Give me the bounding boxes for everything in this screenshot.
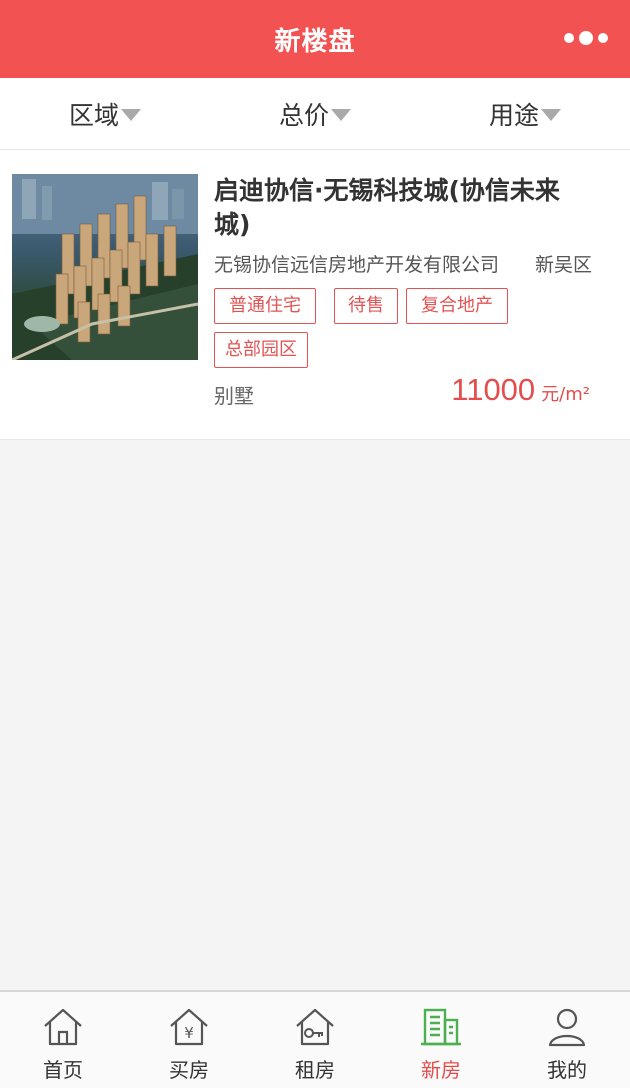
tag-badge: 总部园区 <box>214 332 308 368</box>
tab-rent-house[interactable]: 租房 <box>252 992 378 1088</box>
caret-down-icon <box>121 108 141 121</box>
more-dots-icon[interactable] <box>564 28 608 48</box>
buy-house-icon: ¥ <box>170 1008 208 1046</box>
home-icon <box>44 1008 82 1046</box>
tab-buy-house[interactable]: ¥ 买房 <box>126 992 252 1088</box>
filter-label: 区域 <box>68 100 119 130</box>
district-label: 新吴区 <box>535 254 593 276</box>
property-title[interactable]: 启迪协信·无锡科技城(协信未来城) <box>214 174 594 242</box>
filter-label: 用途 <box>488 100 539 130</box>
developer-name: 无锡协信远信房地产开发有限公司 <box>214 254 500 276</box>
filter-label: 总价 <box>278 100 329 130</box>
price-value: 11000 <box>451 372 536 407</box>
bottom-tab-bar: 首页 ¥ 买房 租房 新房 我的 <box>0 990 630 1088</box>
svg-text:¥: ¥ <box>184 1024 194 1042</box>
filter-region[interactable]: 区域 <box>0 78 210 149</box>
price: 11000 元/m² <box>451 372 590 408</box>
caret-down-icon <box>331 108 351 121</box>
tab-label: 我的 <box>547 1058 587 1082</box>
new-building-icon <box>421 1008 461 1046</box>
tab-label: 新房 <box>421 1058 461 1082</box>
app-header: 新楼盘 <box>0 0 630 78</box>
tab-label: 买房 <box>169 1058 209 1082</box>
tag-badge: 普通住宅 <box>214 288 316 324</box>
property-listing-card[interactable]: 启迪协信·无锡科技城(协信未来城) 无锡协信远信房地产开发有限公司 新吴区 普通… <box>0 150 630 440</box>
tab-home[interactable]: 首页 <box>0 992 126 1088</box>
filter-total-price[interactable]: 总价 <box>210 78 420 149</box>
property-thumbnail[interactable] <box>12 174 198 360</box>
user-icon <box>548 1008 586 1047</box>
page-title: 新楼盘 <box>274 26 356 57</box>
usage-type: 别墅 <box>214 384 254 408</box>
filter-usage[interactable]: 用途 <box>420 78 630 149</box>
rent-house-icon <box>296 1008 334 1046</box>
tab-label: 首页 <box>43 1058 83 1082</box>
tab-me[interactable]: 我的 <box>504 992 630 1088</box>
tab-new-house[interactable]: 新房 <box>378 992 504 1088</box>
tag-badge: 待售 <box>334 288 398 324</box>
filter-bar: 区域 总价 用途 <box>0 78 630 150</box>
tab-label: 租房 <box>295 1058 335 1082</box>
caret-down-icon <box>541 108 561 121</box>
tag-badge: 复合地产 <box>406 288 508 324</box>
price-unit: 元/m² <box>541 384 590 405</box>
